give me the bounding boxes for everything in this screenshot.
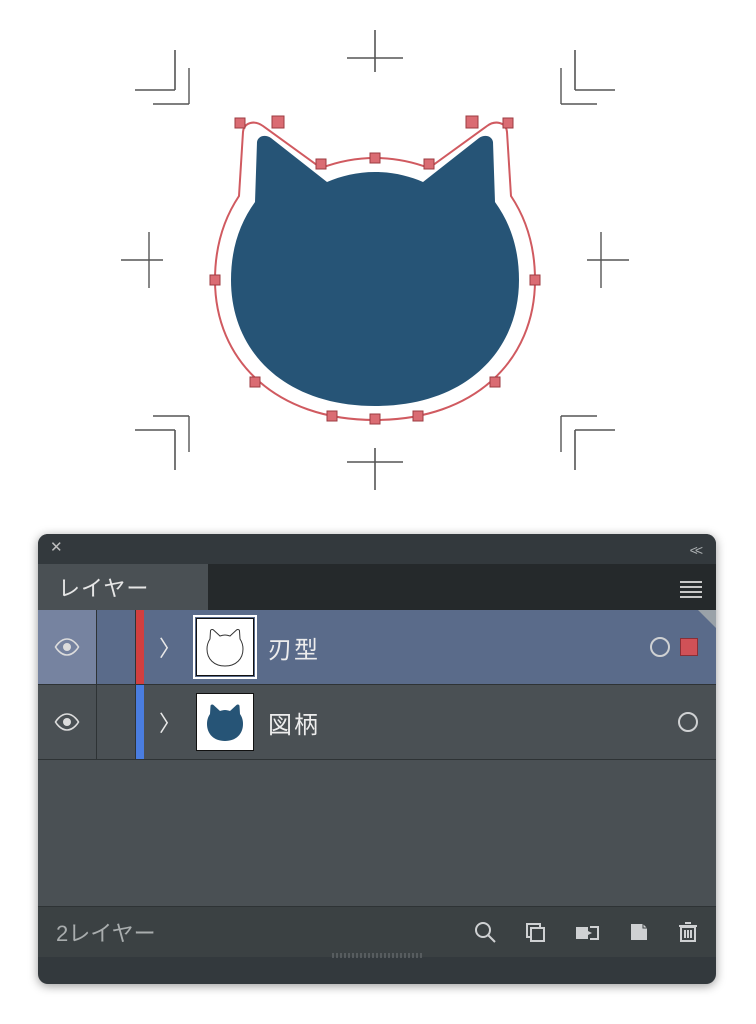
close-icon[interactable]: ✕: [50, 541, 64, 555]
search-icon[interactable]: [474, 921, 496, 943]
layer-row[interactable]: 〉 図柄: [38, 685, 716, 760]
visibility-toggle[interactable]: [38, 610, 97, 684]
canvas-area: [0, 0, 756, 520]
lock-toggle[interactable]: [97, 610, 136, 684]
lock-toggle[interactable]: [97, 685, 136, 759]
expand-toggle[interactable]: 〉: [144, 685, 196, 759]
layer-color-strip: [136, 610, 144, 684]
panel-tabs: レイヤー: [38, 564, 716, 610]
current-layer-indicator: [698, 610, 716, 628]
layer-color-strip: [136, 685, 144, 759]
tab-layers[interactable]: レイヤー: [38, 564, 208, 610]
cat-shape: [231, 136, 519, 406]
expand-toggle[interactable]: 〉: [144, 610, 196, 684]
collapse-icon[interactable]: <<: [690, 542, 700, 558]
layers-panel: ✕ << レイヤー 〉: [38, 534, 716, 984]
eye-icon: [54, 638, 80, 656]
panel-footer: 2レイヤー: [38, 906, 716, 957]
tab-label: レイヤー: [58, 571, 149, 603]
chevron-right-icon: 〉: [159, 631, 181, 663]
panel-menu-icon[interactable]: [680, 578, 702, 601]
layers-list: 〉 刃型 〉: [38, 610, 716, 906]
chevron-right-icon: 〉: [159, 706, 181, 738]
footer-toolbar: [474, 921, 698, 943]
new-layer-icon[interactable]: [628, 921, 650, 943]
layer-thumbnail[interactable]: [196, 693, 254, 751]
target-icon[interactable]: [650, 637, 670, 657]
new-sublayer-icon[interactable]: [524, 921, 546, 943]
selection-indicator[interactable]: [680, 638, 698, 656]
panel-titlebar: ✕ <<: [38, 534, 716, 564]
make-clipping-mask-icon[interactable]: [574, 921, 600, 943]
visibility-toggle[interactable]: [38, 685, 97, 759]
layers-empty-area[interactable]: [38, 760, 716, 906]
layer-name[interactable]: 図柄: [268, 705, 618, 740]
layer-name[interactable]: 刃型: [268, 630, 618, 665]
layer-row[interactable]: 〉 刃型: [38, 610, 716, 685]
layer-thumbnail[interactable]: [196, 618, 254, 676]
eye-icon: [54, 713, 80, 731]
target-icon[interactable]: [678, 712, 698, 732]
resize-grip[interactable]: [332, 953, 422, 958]
artboard[interactable]: [115, 10, 635, 510]
delete-icon[interactable]: [678, 921, 698, 943]
layer-count: 2レイヤー: [56, 916, 450, 948]
